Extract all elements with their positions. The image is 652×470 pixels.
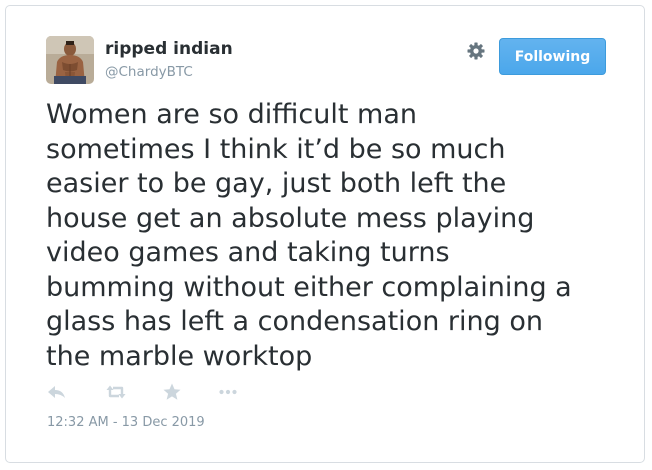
reply-icon[interactable] bbox=[46, 381, 68, 403]
tweet-timestamp[interactable]: 12:32 AM - 13 Dec 2019 bbox=[47, 415, 205, 430]
favorite-star-icon[interactable] bbox=[161, 381, 183, 403]
more-dots-icon[interactable] bbox=[217, 381, 239, 403]
following-button[interactable]: Following bbox=[499, 38, 606, 75]
tweet-text: Women are so difficult man sometimes I t… bbox=[46, 99, 572, 372]
retweet-icon[interactable] bbox=[105, 381, 127, 403]
tweet-card: ripped indian @ChardyBTC Following Women… bbox=[5, 5, 645, 463]
gear-icon[interactable] bbox=[466, 41, 486, 61]
avatar[interactable] bbox=[46, 36, 94, 84]
user-handle[interactable]: @ChardyBTC bbox=[105, 64, 193, 80]
display-name[interactable]: ripped indian bbox=[105, 39, 233, 59]
